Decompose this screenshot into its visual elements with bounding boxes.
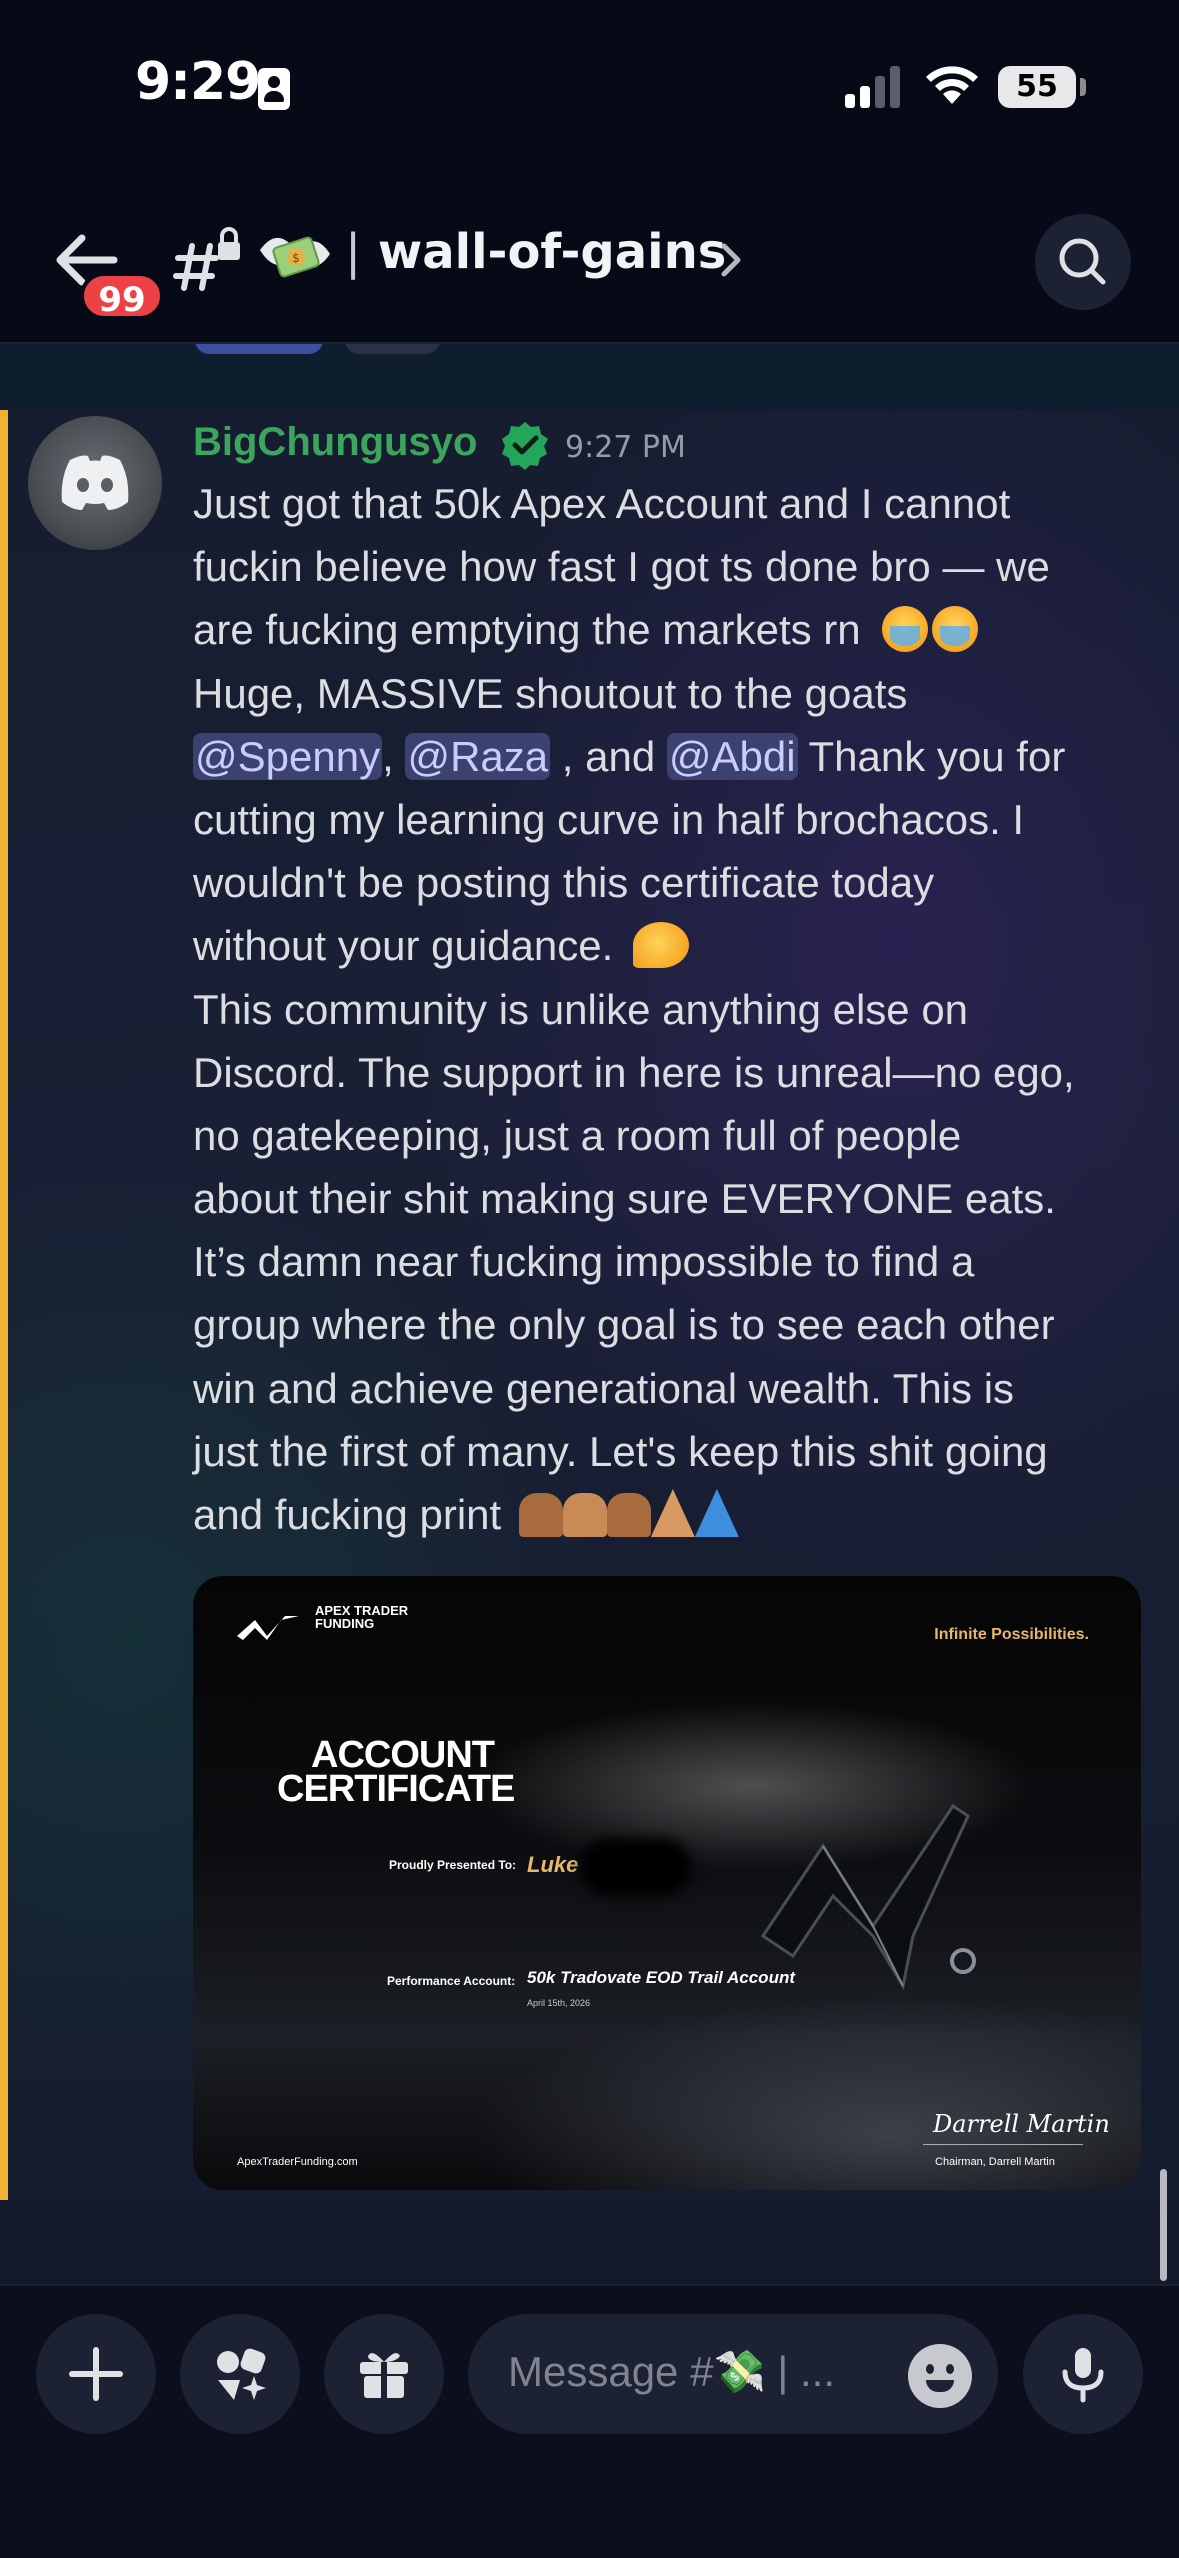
message-line: win and achieve generational wealth. Thi… bbox=[193, 1364, 1015, 1412]
certificate-url: ApexTraderFunding.com bbox=[237, 2156, 358, 2168]
mention-separator: , and bbox=[561, 732, 656, 780]
message-input[interactable]: Message #💸 | ... bbox=[468, 2314, 998, 2434]
title-separator: | bbox=[345, 224, 362, 280]
message-line: and fucking print bbox=[193, 1483, 1163, 1546]
channel-name: wall-of-gains bbox=[377, 224, 727, 280]
channel-header: 99 $ | wall-of-gains bbox=[0, 180, 1179, 344]
message-line: are fucking emptying the markets rn bbox=[193, 598, 1163, 661]
voice-message-button[interactable] bbox=[1023, 2314, 1143, 2434]
message-line: Huge, MASSIVE shoutout to the goats bbox=[193, 669, 908, 717]
unread-badge: 99 bbox=[80, 272, 164, 320]
redacted-name-blur bbox=[581, 1838, 691, 1896]
certificate-brand: APEX TRADER FUNDING bbox=[315, 1603, 409, 1631]
channel-title[interactable]: | wall-of-gains bbox=[345, 224, 726, 280]
cellular-signal-icon bbox=[845, 64, 903, 108]
certificate-presented-label: Proudly Presented To: bbox=[389, 1858, 517, 1872]
message-line: Discord. The support in here is unreal—n… bbox=[193, 1048, 1075, 1096]
microphone-icon bbox=[1062, 2348, 1104, 2403]
previous-message-edge bbox=[0, 344, 1179, 410]
wifi-icon bbox=[926, 66, 978, 104]
apex-logo-icon bbox=[237, 1616, 299, 1640]
mention-raza[interactable]: @Raza bbox=[405, 732, 551, 780]
gift-icon bbox=[360, 2353, 408, 2398]
raised-hands-emoji-icon bbox=[562, 1493, 607, 1537]
certificate-tagline: Infinite Possibilities. bbox=[934, 1626, 1089, 1643]
certificate-title: ACCOUNT CERTIFICATE bbox=[277, 1734, 515, 1810]
certificate-recipient: Luke bbox=[527, 1852, 579, 1877]
certificate-date: April 15th, 2026 bbox=[527, 1998, 591, 2008]
verified-icon bbox=[502, 422, 548, 470]
mention-spenny[interactable]: @Spenny bbox=[193, 732, 383, 780]
folded-hands-emoji-icon bbox=[694, 1489, 739, 1537]
message-line: without your guidance. bbox=[193, 914, 1163, 977]
message-line: about their shit making sure EVERYONE ea… bbox=[193, 1175, 1056, 1223]
signature-line bbox=[923, 2144, 1083, 2145]
svg-text:$: $ bbox=[292, 251, 300, 265]
message-line: group where the only goal is to see each… bbox=[193, 1301, 1055, 1349]
discord-logo-icon bbox=[61, 455, 129, 510]
certificate-title-line: CERTIFICATE bbox=[277, 1768, 515, 1810]
message-list[interactable]: BigChungusyo 9:27 PM Just got that 50k A… bbox=[0, 344, 1179, 2284]
raised-hands-emoji-icon bbox=[518, 1493, 563, 1537]
message-timestamp: 9:27 PM bbox=[565, 430, 686, 465]
message-line-text: and fucking print bbox=[193, 1491, 502, 1538]
message-line-text: Thank you for bbox=[808, 732, 1066, 780]
message-content[interactable]: Just got that 50k Apex Account and I can… bbox=[193, 472, 1163, 1546]
scrollbar-thumb[interactable] bbox=[1160, 2169, 1167, 2281]
apps-icon bbox=[217, 2348, 266, 2400]
previous-reaction-pill[interactable] bbox=[195, 344, 323, 354]
loudly-crying-emoji-icon bbox=[932, 606, 979, 653]
mention-abdi[interactable]: @Abdi bbox=[666, 732, 798, 780]
certificate-title-line: ACCOUNT bbox=[311, 1734, 495, 1776]
message-line: This community is unlike anything else o… bbox=[193, 985, 969, 1033]
apex-3d-mark-icon bbox=[760, 1803, 976, 1991]
status-time: 9:29 bbox=[135, 52, 261, 112]
message-line: no gatekeeping, just a room full of peop… bbox=[193, 1111, 962, 1159]
certificate-signature: Darrell Martin bbox=[933, 2110, 1110, 2138]
certificate-signer: Chairman, Darrell Martin bbox=[935, 2156, 1055, 2168]
gift-button[interactable] bbox=[324, 2314, 444, 2434]
message-line-text: are fucking emptying the markets rn bbox=[193, 606, 861, 654]
search-icon bbox=[1059, 238, 1106, 285]
raised-hands-emoji-icon bbox=[606, 1493, 651, 1537]
loudly-crying-emoji-icon bbox=[882, 606, 929, 653]
message-line: cutting my learning curve in half brocha… bbox=[193, 795, 1025, 843]
mention-indicator-bar bbox=[0, 410, 8, 2200]
money-wings-icon: $ bbox=[260, 236, 330, 278]
certificate-account-label: Performance Account: bbox=[387, 1974, 516, 1988]
chevron-right-icon[interactable] bbox=[718, 238, 746, 282]
previous-reaction-pill[interactable] bbox=[345, 344, 440, 354]
message-line: fuckin believe how fast I got ts done br… bbox=[193, 543, 1050, 591]
apps-button[interactable] bbox=[180, 2314, 300, 2434]
message-line-mentions: @Spenny, @Raza , and @Abdi Thank you for bbox=[193, 725, 1163, 788]
message-line: Just got that 50k Apex Account and I can… bbox=[193, 480, 1011, 527]
battery-level: 55 bbox=[998, 66, 1076, 108]
hash-lock-icon bbox=[173, 227, 240, 291]
certificate-image-attachment[interactable]: APEX TRADER FUNDING Infinite Possibiliti… bbox=[193, 1576, 1141, 2190]
folded-hands-emoji-icon bbox=[650, 1489, 695, 1537]
focus-id-icon bbox=[258, 68, 290, 110]
message-author[interactable]: BigChungusyo bbox=[193, 420, 477, 465]
search-button[interactable] bbox=[1035, 214, 1131, 310]
battery-tip bbox=[1080, 78, 1086, 96]
plus-icon bbox=[69, 2347, 123, 2401]
message-line-text: without your guidance. bbox=[193, 922, 614, 970]
status-bar: 9:29 55 bbox=[0, 0, 1179, 180]
pointing-hand-emoji-icon bbox=[632, 922, 689, 969]
add-attachment-button[interactable] bbox=[36, 2314, 156, 2434]
message-line: wouldn't be posting this certificate tod… bbox=[193, 859, 935, 907]
emoji-icon[interactable] bbox=[908, 2344, 972, 2408]
avatar[interactable] bbox=[28, 416, 162, 550]
message-composer: Message #💸 | ... bbox=[0, 2284, 1179, 2558]
mention-separator: , bbox=[382, 732, 394, 780]
message-line: just the first of many. Let's keep this … bbox=[193, 1427, 1048, 1475]
message-line: It’s damn near fucking impossible to fin… bbox=[193, 1238, 975, 1286]
message-input-placeholder: Message #💸 | ... bbox=[508, 2348, 835, 2395]
